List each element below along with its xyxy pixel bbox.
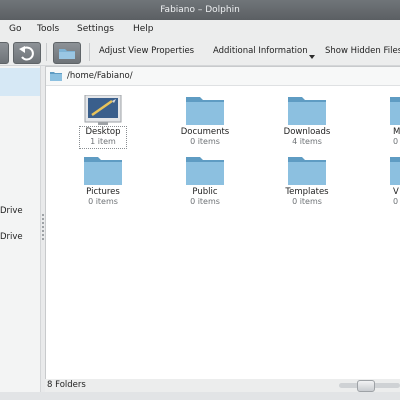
file-item-public[interactable]: Public 0 items (165, 155, 245, 213)
file-name: Templates (285, 187, 329, 197)
file-count: 0 items (190, 197, 220, 206)
file-name: Pictures (86, 187, 120, 197)
forward-button[interactable] (0, 42, 9, 64)
window-bottom-edge (0, 392, 400, 400)
folder-icon (59, 49, 75, 59)
grip-dot (42, 222, 44, 224)
sidebar-item-home[interactable] (0, 68, 40, 96)
grip-dot (42, 230, 44, 232)
menu-go[interactable]: Go (9, 24, 21, 34)
sidebar-item-drive[interactable]: Drive (0, 206, 23, 216)
additional-information-button[interactable]: Additional Information (213, 46, 308, 56)
location-path[interactable]: /home/Fabiano/ (67, 71, 133, 81)
file-name: Downloads (283, 127, 331, 137)
file-name: Desktop (85, 127, 121, 137)
file-count: 0 (393, 137, 399, 146)
file-count: 0 (393, 197, 399, 206)
status-text: 8 Folders (47, 380, 86, 390)
toolbar-separator (46, 43, 47, 61)
file-item-pictures[interactable]: Pictures 0 items (63, 155, 143, 213)
title-bar[interactable]: Fabiano – Dolphin (0, 0, 400, 20)
file-count: 4 items (292, 137, 322, 146)
menu-bar: Go Tools Settings Help (0, 20, 400, 39)
folder-icon (390, 157, 400, 185)
folder-icon (186, 97, 224, 125)
toolbar: Adjust View Properties Additional Inform… (0, 39, 400, 66)
file-item-desktop[interactable]: Desktop 1 item (63, 95, 143, 153)
folder-icon (186, 157, 224, 185)
file-item-partial[interactable]: M 0 (369, 95, 400, 153)
file-count: 0 items (190, 137, 220, 146)
chevron-down-icon (309, 55, 315, 59)
toolbar-separator (89, 43, 90, 61)
status-bar: 8 Folders (45, 379, 400, 392)
file-view[interactable]: /home/Fabiano/ Desktop 1 item Documents … (45, 66, 400, 380)
menu-settings[interactable]: Settings (77, 24, 114, 34)
folder-icon (50, 72, 62, 81)
folder-icon (390, 97, 400, 125)
grip-dot (42, 214, 44, 216)
grip-dot (42, 238, 44, 240)
window-title: Fabiano – Dolphin (160, 5, 240, 15)
menu-help[interactable]: Help (133, 24, 154, 34)
grip-dot (42, 226, 44, 228)
file-count: 1 item (90, 137, 116, 146)
file-item-templates[interactable]: Templates 0 items (267, 155, 347, 213)
show-hidden-files-button[interactable]: Show Hidden Files (325, 46, 400, 56)
location-bar[interactable]: /home/Fabiano/ (46, 67, 400, 86)
back-button[interactable] (13, 42, 41, 64)
desktop-folder-icon (84, 95, 122, 125)
file-item-partial[interactable]: V 0 (369, 155, 400, 213)
file-name: Public (192, 187, 218, 197)
file-name: M (393, 127, 400, 137)
file-name: V (393, 187, 399, 197)
folder-icon (84, 157, 122, 185)
sidebar-item-drive[interactable]: Drive (0, 232, 23, 242)
file-count: 0 items (88, 197, 118, 206)
grip-dot (42, 218, 44, 220)
undo-arrow-icon (19, 46, 34, 61)
menu-tools[interactable]: Tools (37, 24, 59, 34)
adjust-view-properties-button[interactable]: Adjust View Properties (99, 46, 194, 56)
folder-icon (288, 97, 326, 125)
file-item-downloads[interactable]: Downloads 4 items (267, 95, 347, 153)
file-item-documents[interactable]: Documents 0 items (165, 95, 245, 153)
places-panel: Drive Drive (0, 66, 41, 392)
home-button[interactable] (53, 42, 81, 64)
dolphin-window: Fabiano – Dolphin Go Tools Settings Help… (0, 0, 400, 400)
file-count: 0 items (292, 197, 322, 206)
zoom-slider-handle[interactable] (357, 380, 375, 392)
file-name: Documents (180, 127, 230, 137)
zoom-slider[interactable] (339, 380, 400, 392)
grip-dot (42, 234, 44, 236)
folder-icon (288, 157, 326, 185)
